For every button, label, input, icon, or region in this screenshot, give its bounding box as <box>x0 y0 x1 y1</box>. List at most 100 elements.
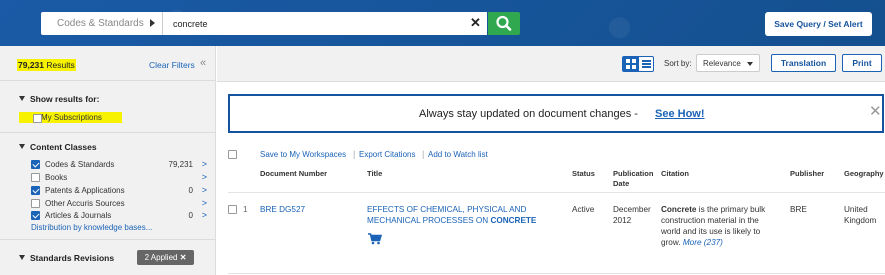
my-subscriptions-checkbox[interactable] <box>33 114 42 123</box>
content-class-label: Codes & Standards <box>45 160 115 169</box>
export-citations-link[interactable]: Export Citations <box>359 150 415 159</box>
geo-line-1: United <box>844 205 868 214</box>
standards-revisions-title: Standards Revisions <box>30 253 115 263</box>
clear-filters-link[interactable]: Clear Filters <box>149 60 195 70</box>
content-class-count: 0 <box>188 186 193 195</box>
clear-search-icon[interactable]: ✕ <box>470 14 481 32</box>
divider <box>0 80 216 81</box>
triangle-down-icon <box>19 96 25 101</box>
articles-checkbox[interactable] <box>31 211 40 220</box>
col-header-pub-2: Date <box>613 179 630 188</box>
collapse-sidebar-icon[interactable]: « <box>200 57 206 69</box>
cart-icon[interactable] <box>368 233 382 245</box>
search-scope-dropdown[interactable]: Codes & Standards <box>41 12 163 35</box>
col-header-citation[interactable]: Citation <box>661 169 689 179</box>
content-class-other-sources[interactable]: Other Accuris Sources > <box>31 198 211 210</box>
search-input[interactable] <box>163 12 487 35</box>
search-button[interactable] <box>488 12 520 35</box>
distribution-link[interactable]: Distribution by knowledge bases... <box>31 223 152 232</box>
applied-filters-badge[interactable]: 2 Applied ✕ <box>137 250 194 265</box>
grid-view-icon[interactable] <box>623 57 639 71</box>
col-header-status[interactable]: Status <box>572 169 595 179</box>
col-header-geography[interactable]: Geography <box>844 169 884 179</box>
select-all-checkbox[interactable] <box>228 150 237 159</box>
content-class-books[interactable]: Books > <box>31 172 211 184</box>
search-icon <box>496 15 512 31</box>
content-class-articles[interactable]: Articles & Journals 0 > <box>31 210 211 222</box>
chevron-right-icon[interactable]: > <box>202 185 207 195</box>
divider <box>0 239 216 240</box>
sort-value: Relevance <box>703 59 741 68</box>
chevron-right-icon[interactable]: > <box>202 159 207 169</box>
col-header-title[interactable]: Title <box>367 169 382 179</box>
show-results-for-toggle[interactable]: Show results for: <box>19 94 99 104</box>
col-header-doc-number[interactable]: Document Number <box>260 169 327 179</box>
geography-value: United Kingdom <box>844 204 876 226</box>
col-header-publication-date[interactable]: Publication Date <box>613 169 653 189</box>
triangle-down-icon <box>19 144 25 149</box>
col-header-pub-1: Publication <box>613 169 654 178</box>
results-count-suffix: Results <box>44 60 75 70</box>
codes-standards-checkbox[interactable] <box>31 160 40 169</box>
row-divider <box>228 273 885 274</box>
content-class-patents[interactable]: Patents & Applications 0 > <box>31 185 211 197</box>
content-classes-toggle[interactable]: Content Classes <box>19 142 97 152</box>
caret-down-icon <box>747 62 753 66</box>
translation-button[interactable]: Translation <box>771 54 836 72</box>
divider <box>0 132 216 133</box>
header-divider <box>228 192 885 193</box>
sort-by-label: Sort by: <box>664 59 692 68</box>
chevron-right-icon[interactable]: > <box>202 172 207 182</box>
title-line-2: MECHANICAL PROCESSES ON <box>367 216 491 225</box>
see-how-link[interactable]: See How! <box>655 108 705 120</box>
pub-month: December <box>613 205 651 214</box>
patents-checkbox[interactable] <box>31 186 40 195</box>
banner-text: Always stay updated on document changes … <box>419 108 638 120</box>
chevron-right-icon[interactable]: > <box>202 198 207 208</box>
citation-line-4: grow. <box>661 238 681 247</box>
my-subscriptions-label: My Subscriptions <box>41 113 102 122</box>
standards-revisions-toggle[interactable]: Standards Revisions <box>19 253 114 263</box>
separator: | <box>422 149 425 159</box>
citation-line-2: construction material in the <box>661 216 759 225</box>
list-view-icon[interactable] <box>642 60 651 68</box>
books-checkbox[interactable] <box>31 173 40 182</box>
view-toggle[interactable] <box>622 56 654 72</box>
caret-right-icon <box>150 19 155 27</box>
applied-badge-label: 2 Applied <box>144 253 178 262</box>
close-icon[interactable]: ✕ <box>869 102 882 120</box>
status-value: Active <box>572 205 595 214</box>
col-header-publisher[interactable]: Publisher <box>790 169 824 179</box>
doc-number-link[interactable]: BRE DG527 <box>260 204 305 215</box>
triangle-down-icon <box>19 255 25 260</box>
content-class-codes-standards[interactable]: Codes & Standards 79,231 > <box>31 159 211 171</box>
results-count: 79,231 Results <box>17 59 76 71</box>
print-button[interactable]: Print <box>842 54 882 72</box>
update-banner: Always stay updated on document changes … <box>228 94 884 133</box>
citation-more-link[interactable]: More (237) <box>683 238 723 247</box>
doc-title-link[interactable]: EFFECTS OF CHEMICAL, PHYSICAL AND MECHANI… <box>367 204 536 226</box>
chevron-right-icon[interactable]: > <box>202 210 207 220</box>
separator: | <box>353 149 356 159</box>
row-checkbox[interactable] <box>228 205 237 214</box>
results-count-number: 79,231 <box>18 60 44 70</box>
sort-select[interactable]: Relevance <box>696 54 760 72</box>
citation-line-1: is the primary bulk <box>696 205 766 214</box>
title-line-1: EFFECTS OF CHEMICAL, PHYSICAL AND <box>367 205 527 214</box>
my-subscriptions-filter[interactable]: My Subscriptions <box>19 112 122 123</box>
geo-line-2: Kingdom <box>844 216 877 225</box>
remove-applied-icon[interactable]: ✕ <box>180 253 187 262</box>
results-main: Sort by: Relevance Translation Print Alw… <box>217 46 885 275</box>
content-class-count: 79,231 <box>168 160 193 169</box>
content-class-label: Books <box>45 173 68 182</box>
save-to-workspaces-link[interactable]: Save to My Workspaces <box>260 150 346 159</box>
content-class-label: Patents & Applications <box>45 186 125 195</box>
save-query-button[interactable]: Save Query / Set Alert <box>765 12 872 36</box>
content-classes-title: Content Classes <box>30 142 97 152</box>
add-to-watch-list-link[interactable]: Add to Watch list <box>428 150 488 159</box>
other-sources-checkbox[interactable] <box>31 199 40 208</box>
content-class-count: 0 <box>188 211 193 220</box>
citation-highlight: Concrete <box>661 205 697 214</box>
content-class-label: Articles & Journals <box>45 211 112 220</box>
title-highlight: CONCRETE <box>490 216 537 225</box>
